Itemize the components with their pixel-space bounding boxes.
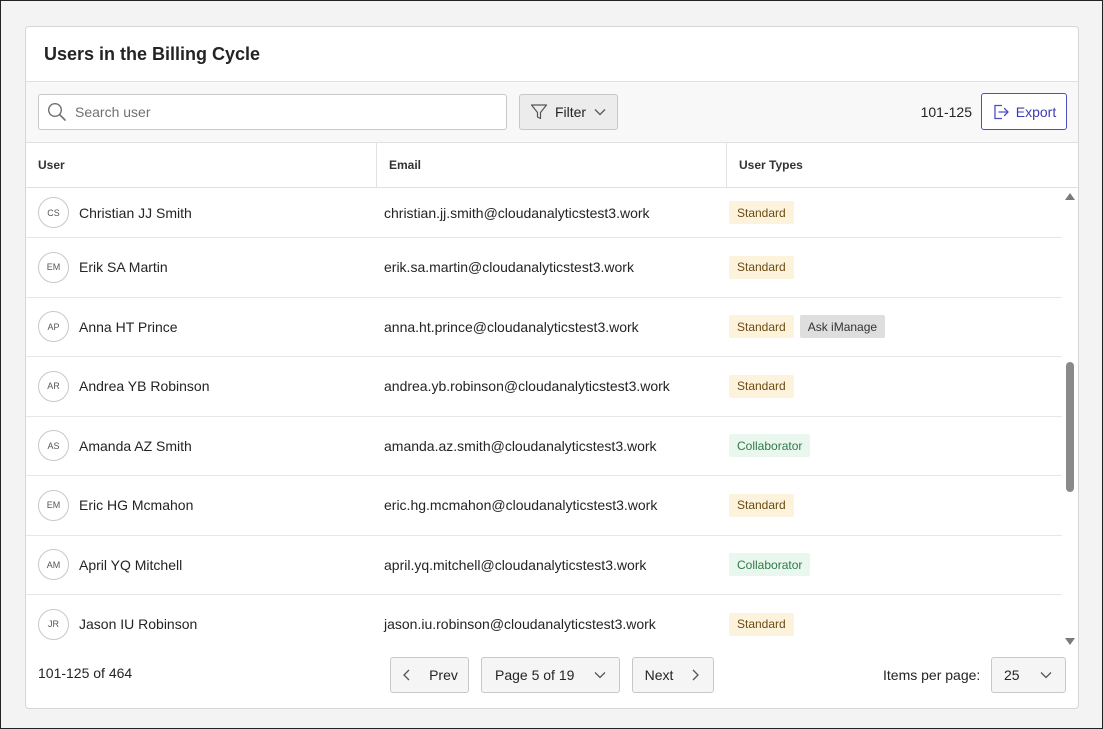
user-cell: AP Anna HT Prince <box>26 311 377 343</box>
panel-header: Users in the Billing Cycle <box>26 27 1078 82</box>
user-type-badge: Collaborator <box>729 434 811 458</box>
user-type-badge: Standard <box>729 374 794 398</box>
user-type-badge: Standard <box>729 612 794 636</box>
user-cell: EM Eric HG Mcmahon <box>26 489 377 521</box>
billing-users-panel: Users in the Billing Cycle Filter 101- <box>25 26 1079 709</box>
table-row[interactable]: JR Jason IU Robinson jason.iu.robinson@clo… <box>26 595 1062 650</box>
filter-icon <box>530 104 548 120</box>
user-email: erik.sa.martin@cloudanalyticstest3.work <box>384 259 634 276</box>
user-type-badge: Standard <box>729 493 794 517</box>
user-name: Jason IU Robinson <box>79 616 198 633</box>
user-types-cell: Standard <box>722 255 1062 279</box>
export-label: Export <box>1015 103 1057 120</box>
user-types-cell: Standard <box>722 612 1062 636</box>
user-email: anna.ht.prince@cloudanalyticstest3.work <box>384 318 639 335</box>
toolbar: Filter 101-125 Export <box>26 82 1078 143</box>
table-row[interactable]: CS Christian JJ Smith christian.jj.smith@c… <box>26 188 1062 238</box>
prev-label: Prev <box>429 667 458 683</box>
avatar: CS <box>38 197 69 228</box>
export-icon <box>994 104 1009 119</box>
search-input[interactable] <box>75 104 495 120</box>
avatar: AS <box>38 430 69 462</box>
user-type-badge: Collaborator <box>729 553 811 577</box>
table-header: User Email User Types <box>26 143 1078 188</box>
column-header-email[interactable]: Email <box>377 143 727 187</box>
next-label: Next <box>644 667 674 683</box>
user-types-cell: Standard <box>722 374 1062 398</box>
user-type-badge: Standard <box>729 201 794 224</box>
chevron-down-icon <box>594 672 606 679</box>
user-name: Erik SA Martin <box>79 259 168 276</box>
avatar: AR <box>38 370 69 402</box>
scroll-thumb[interactable] <box>1066 362 1074 492</box>
filter-button[interactable]: Filter <box>519 94 618 130</box>
items-per-page-label: Items per page: <box>883 667 981 683</box>
table-row[interactable]: AP Anna HT Prince anna.ht.prince@cloudanal… <box>26 298 1062 357</box>
user-types-cell: Standard <box>722 201 1062 224</box>
window-frame: Users in the Billing Cycle Filter 101- <box>0 0 1103 729</box>
column-header-user[interactable]: User <box>26 143 377 187</box>
user-type-badge: Ask iManage <box>799 315 886 339</box>
page-title: Users in the Billing Cycle <box>44 43 261 64</box>
user-types-cell: Collaborator <box>722 553 1062 577</box>
user-email: christian.jj.smith@cloudanalyticstest3.w… <box>384 204 650 221</box>
pagination-range: 101-125 of 464 <box>38 665 133 681</box>
filter-label: Filter <box>554 104 587 120</box>
user-types-cell: Standard Ask iManage <box>722 315 1062 339</box>
table-rows: CS Christian JJ Smith christian.jj.smith@c… <box>26 188 1062 650</box>
user-cell: CS Christian JJ Smith <box>26 197 377 228</box>
chevron-left-icon <box>403 669 410 681</box>
avatar: AP <box>38 311 69 343</box>
table-row[interactable]: EM Eric HG Mcmahon eric.hg.mcmahon@cloudan… <box>26 476 1062 536</box>
items-per-page-select[interactable]: 25 <box>991 657 1066 693</box>
search-box[interactable] <box>38 94 507 130</box>
user-name: Anna HT Prince <box>79 318 178 335</box>
user-name: Amanda AZ Smith <box>79 437 192 454</box>
user-email: jason.iu.robinson@cloudanalyticstest3.wo… <box>384 616 656 633</box>
user-cell: AM April YQ Mitchell <box>26 549 377 581</box>
table-row[interactable]: AR Andrea YB Robinson andrea.yb.robinson@c… <box>26 357 1062 417</box>
column-header-user-types[interactable]: User Types <box>727 143 1078 187</box>
scroll-down-arrow-icon[interactable] <box>1065 638 1075 645</box>
user-type-badge: Standard <box>729 315 794 339</box>
pagination-footer: 101-125 of 464 Prev Page 5 of 19 Next It… <box>26 650 1078 708</box>
user-email: andrea.yb.robinson@cloudanalyticstest3.w… <box>384 378 670 395</box>
user-email: april.yq.mitchell@cloudanalyticstest3.wo… <box>384 556 647 573</box>
user-cell: EM Erik SA Martin <box>26 251 377 283</box>
next-button[interactable]: Next <box>632 657 714 693</box>
user-name: Andrea YB Robinson <box>79 378 210 395</box>
page-select-value: Page 5 of 19 <box>495 667 575 683</box>
export-button[interactable]: Export <box>981 93 1067 130</box>
avatar: JR <box>38 608 69 640</box>
user-type-badge: Standard <box>729 255 794 279</box>
user-email: amanda.az.smith@cloudanalyticstest3.work <box>384 437 657 454</box>
user-types-cell: Collaborator <box>722 434 1062 458</box>
result-range: 101-125 <box>920 104 972 120</box>
scroll-up-arrow-icon[interactable] <box>1065 193 1075 200</box>
chevron-right-icon <box>692 669 700 681</box>
items-per-page-value: 25 <box>1004 667 1020 683</box>
table-body: CS Christian JJ Smith christian.jj.smith@c… <box>26 188 1078 650</box>
table-row[interactable]: EM Erik SA Martin erik.sa.martin@cloudanal… <box>26 238 1062 298</box>
page-select[interactable]: Page 5 of 19 <box>481 657 620 693</box>
vertical-scrollbar[interactable] <box>1062 188 1078 650</box>
user-name: April YQ Mitchell <box>79 556 183 573</box>
avatar: EM <box>38 489 69 521</box>
user-cell: JR Jason IU Robinson <box>26 608 377 640</box>
user-cell: AS Amanda AZ Smith <box>26 430 377 462</box>
chevron-down-icon <box>1040 672 1052 679</box>
prev-button[interactable]: Prev <box>390 657 469 693</box>
chevron-down-icon <box>594 109 606 116</box>
avatar: AM <box>38 549 69 581</box>
user-email: eric.hg.mcmahon@cloudanalyticstest3.work <box>384 497 658 514</box>
table-row[interactable]: AS Amanda AZ Smith amanda.az.smith@cloudan… <box>26 417 1062 476</box>
user-name: Eric HG Mcmahon <box>79 497 194 514</box>
search-icon <box>47 102 66 121</box>
table-row[interactable]: AM April YQ Mitchell april.yq.mitchell@clo… <box>26 536 1062 595</box>
user-cell: AR Andrea YB Robinson <box>26 370 377 402</box>
user-name: Christian JJ Smith <box>79 204 192 221</box>
user-types-cell: Standard <box>722 493 1062 517</box>
avatar: EM <box>38 251 69 283</box>
